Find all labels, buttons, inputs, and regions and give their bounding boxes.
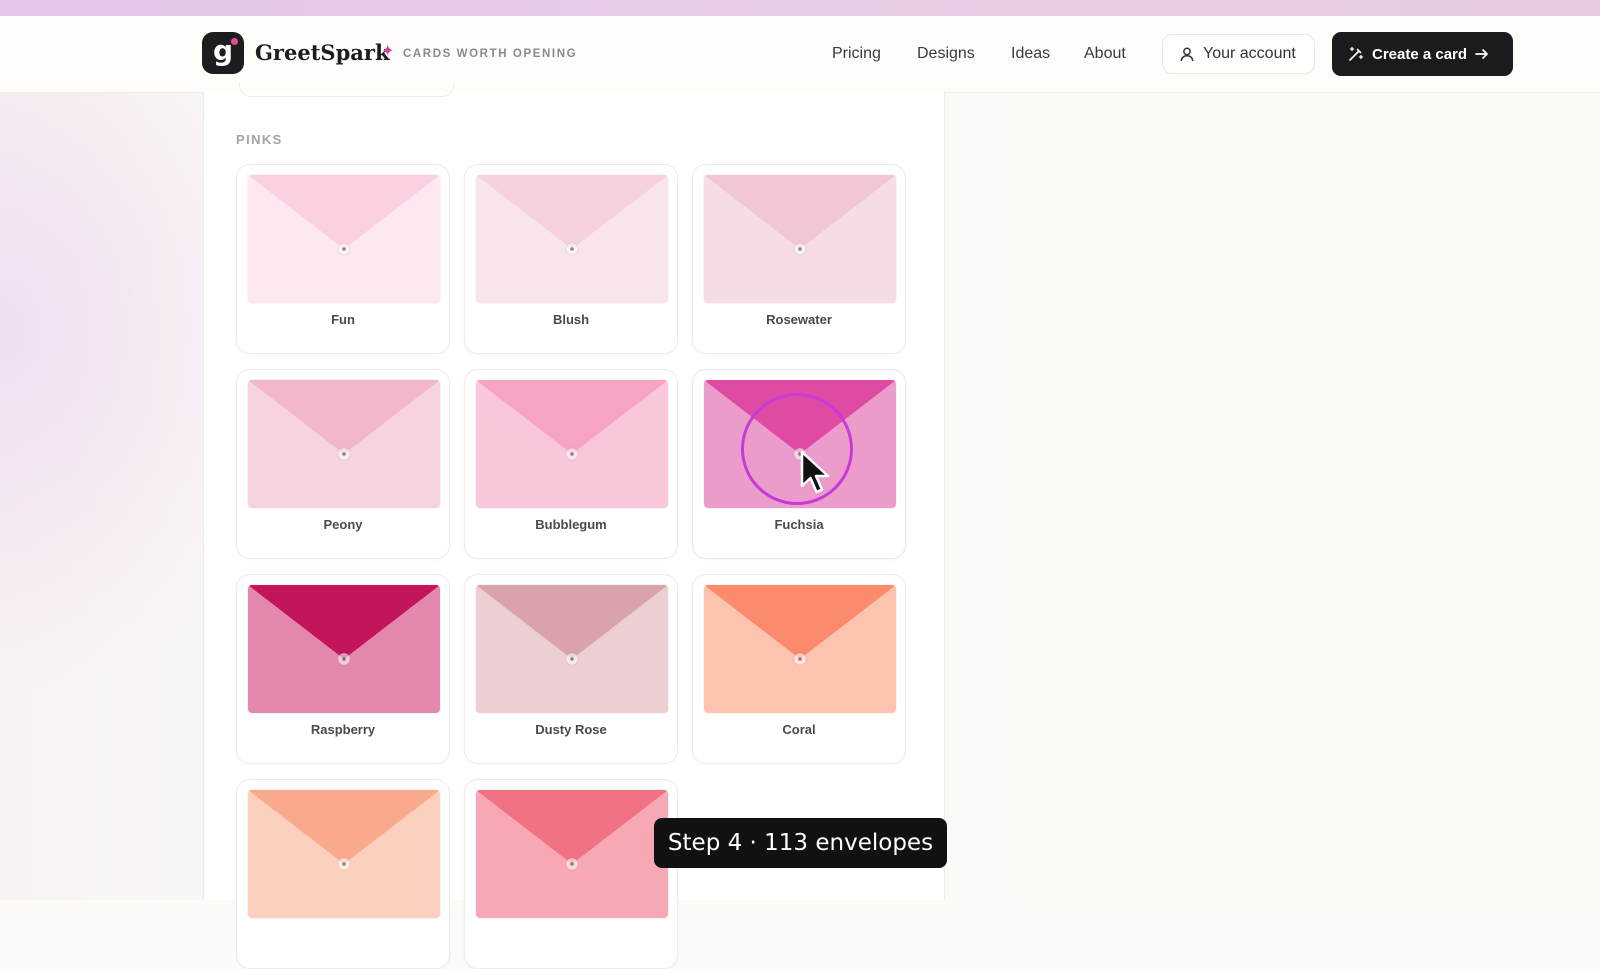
swatch-label: Dusty Rose <box>535 722 607 737</box>
envelope-swatch-fun[interactable]: Fun <box>236 164 450 354</box>
nav-link-about[interactable]: About <box>1084 45 1126 63</box>
envelope-preview <box>476 175 668 303</box>
brand-tagline: CARDS WORTH OPENING <box>403 48 578 60</box>
swatch-label: Bubblegum <box>535 517 607 532</box>
previous-card-edge <box>239 82 454 97</box>
envelope-swatch-raspberry[interactable]: Raspberry <box>236 574 450 764</box>
envelope-swatch-peony[interactable]: Peony <box>236 369 450 559</box>
envelope-preview <box>476 790 668 918</box>
envelope-swatch-rosewater[interactable]: Rosewater <box>692 164 906 354</box>
brand-name[interactable]: GreetSpark <box>255 40 390 65</box>
section-label-pinks: PINKS <box>236 132 283 147</box>
your-account-button[interactable]: Your account <box>1162 34 1315 74</box>
envelope-preview <box>476 585 668 713</box>
swatch-label: Peony <box>323 517 363 532</box>
envelope-swatch-coral[interactable]: Coral <box>692 574 906 764</box>
click-indicator-ring <box>741 393 853 505</box>
envelope-preview <box>704 585 896 713</box>
envelope-preview <box>476 380 668 508</box>
brand-logo[interactable]: g <box>202 32 244 74</box>
logo-letter: g <box>212 34 234 67</box>
swatch-label: Rosewater <box>766 312 832 327</box>
create-card-button[interactable]: Create a card <box>1332 32 1513 76</box>
envelope-swatch-unlabeled-10[interactable] <box>236 779 450 969</box>
nav-link-pricing[interactable]: Pricing <box>832 45 881 63</box>
envelope-preview <box>248 380 440 508</box>
arrow-right-icon <box>1475 49 1488 59</box>
envelope-picker-panel: PINKS Fun Blush Rosewater Peony Bubblegum Fuc… <box>203 82 945 969</box>
nav-link-ideas[interactable]: Ideas <box>1011 45 1050 63</box>
envelope-preview <box>704 175 896 303</box>
envelope-swatch-dusty-rose[interactable]: Dusty Rose <box>464 574 678 764</box>
create-card-label: Create a card <box>1372 45 1468 63</box>
envelope-preview <box>248 585 440 713</box>
sparkle-icon: ✦ <box>381 43 395 60</box>
logo-dot <box>231 38 238 45</box>
nav-link-designs[interactable]: Designs <box>917 45 975 63</box>
envelope-preview <box>248 790 440 918</box>
user-icon <box>1180 47 1194 61</box>
swatch-label: Coral <box>782 722 816 737</box>
magic-wand-icon <box>1349 46 1364 61</box>
swatch-label: Blush <box>552 312 590 327</box>
envelope-swatch-bubblegum[interactable]: Bubblegum <box>464 369 678 559</box>
your-account-label: Your account <box>1203 45 1296 62</box>
swatch-label: Fun <box>331 312 355 327</box>
swatch-label: Raspberry <box>310 722 376 737</box>
envelope-swatch-blush[interactable]: Blush <box>464 164 678 354</box>
envelope-swatch-unlabeled-11[interactable] <box>464 779 678 969</box>
swatch-label: Fuchsia <box>774 517 824 532</box>
mouse-cursor-icon <box>800 450 830 494</box>
top-gradient-strip <box>0 0 1600 16</box>
step-caption: Step 4 · 113 envelopes <box>654 818 947 868</box>
envelope-preview <box>248 175 440 303</box>
